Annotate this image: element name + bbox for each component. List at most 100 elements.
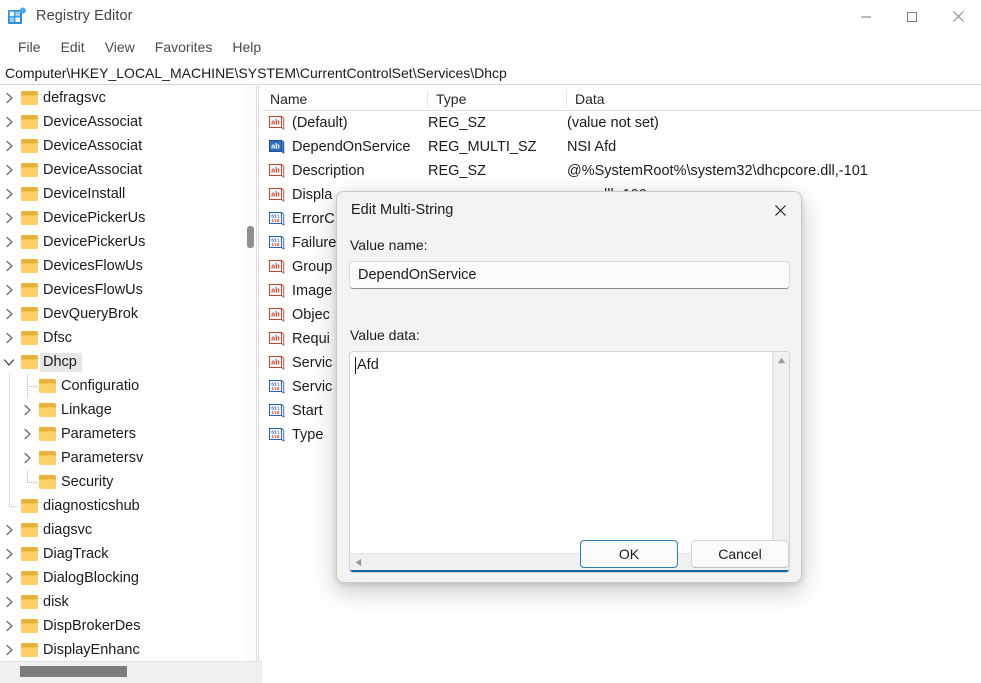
value-name-input[interactable]: DependOnService — [349, 261, 790, 289]
window-controls — [843, 0, 981, 33]
cell-data: @%SystemRoot%\system32\dhcpcore.dll,-101 — [567, 163, 868, 179]
menu-file[interactable]: File — [8, 37, 51, 57]
tree-node-devicesflowus[interactable]: DevicesFlowUs — [0, 278, 256, 302]
expand-chevron-icon[interactable] — [18, 422, 36, 446]
string-value-icon: ab — [268, 187, 286, 203]
expand-chevron-icon[interactable] — [0, 230, 18, 254]
expand-chevron-icon[interactable] — [0, 302, 18, 326]
expand-chevron-icon[interactable] — [0, 614, 18, 638]
tree-node-deviceassociat[interactable]: DeviceAssociat — [0, 158, 256, 182]
svg-text:110: 110 — [271, 386, 280, 392]
menu-view[interactable]: View — [95, 37, 145, 57]
cell-data: NSI Afd — [567, 139, 617, 155]
expand-chevron-icon[interactable] — [0, 86, 18, 110]
folder-icon-wrap — [18, 614, 40, 638]
tree-node-devicepickerus[interactable]: DevicePickerUs — [0, 230, 256, 254]
expand-chevron-icon[interactable] — [0, 590, 18, 614]
expand-chevron-icon[interactable] — [0, 182, 18, 206]
tree-node-defragsvc[interactable]: defragsvc — [0, 86, 256, 110]
tree-hscrollbar-thumb[interactable] — [20, 666, 127, 677]
tree-node-security[interactable]: Security — [0, 470, 256, 494]
tree-node-parametersv[interactable]: Parametersv — [0, 446, 256, 470]
expand-chevron-icon[interactable] — [0, 158, 18, 182]
binary-value-icon: 011110 — [268, 379, 286, 395]
window-title: Registry Editor — [36, 8, 133, 24]
tree-node-disk[interactable]: disk — [0, 590, 256, 614]
menu-help[interactable]: Help — [222, 37, 271, 57]
svg-text:ab: ab — [271, 141, 280, 150]
expand-chevron-icon[interactable] — [0, 566, 18, 590]
tree-node-devicepickerus[interactable]: DevicePickerUs — [0, 206, 256, 230]
tree-node-configuratio[interactable]: Configuratio — [0, 374, 256, 398]
collapse-chevron-icon[interactable] — [0, 350, 18, 374]
expand-chevron-icon[interactable] — [0, 254, 18, 278]
tree-node-dhcp[interactable]: Dhcp — [0, 350, 256, 374]
text-caret — [355, 357, 356, 374]
column-header-data[interactable]: Data — [567, 86, 981, 111]
folder-icon-wrap — [18, 542, 40, 566]
expand-chevron-icon[interactable] — [0, 518, 18, 542]
folder-icon — [20, 331, 38, 345]
folder-icon-wrap — [18, 350, 40, 374]
tree-vertical-scrollbar[interactable] — [245, 86, 256, 661]
textarea-vertical-scrollbar[interactable] — [772, 352, 789, 556]
expand-chevron-icon[interactable] — [0, 638, 18, 661]
tree-node-label: Security — [61, 474, 114, 490]
dialog-close-button[interactable] — [758, 192, 801, 228]
tree-node-diagnosticshub[interactable]: diagnosticshub — [0, 494, 256, 518]
tree-node-list: defragsvc DeviceAssociat DeviceAssociat Dev… — [0, 86, 256, 661]
tree-node-diagtrack[interactable]: DiagTrack — [0, 542, 256, 566]
expand-chevron-icon[interactable] — [18, 446, 36, 470]
column-header-name[interactable]: Name — [262, 86, 428, 111]
ok-button[interactable]: OK — [580, 540, 678, 568]
expand-chevron-icon[interactable] — [0, 278, 18, 302]
cell-name: ab DependOnService — [262, 135, 411, 159]
value-name-label: Value name: — [350, 237, 428, 253]
close-icon — [775, 204, 786, 216]
tree-node-deviceinstall[interactable]: DeviceInstall — [0, 182, 256, 206]
cancel-button[interactable]: Cancel — [691, 540, 789, 568]
scroll-up-button[interactable] — [773, 352, 789, 369]
tree-scrollbar-thumb[interactable] — [247, 226, 254, 248]
tree-node-label: diagsvc — [43, 522, 93, 538]
table-row[interactable]: ab (Default) REG_SZ (value not set) — [262, 111, 981, 135]
column-header-type[interactable]: Type — [428, 86, 567, 111]
expand-chevron-icon[interactable] — [0, 110, 18, 134]
expand-chevron-icon[interactable] — [18, 398, 36, 422]
folder-icon — [20, 499, 38, 513]
tree-node-linkage[interactable]: Linkage — [0, 398, 256, 422]
folder-icon-wrap — [18, 278, 40, 302]
tree-node-dialogblocking[interactable]: DialogBlocking — [0, 566, 256, 590]
close-button[interactable] — [935, 0, 981, 33]
binary-value-icon: 011110 — [268, 427, 286, 443]
table-row[interactable]: ab Description REG_SZ @%SystemRoot%\system3… — [262, 159, 981, 183]
maximize-button[interactable] — [889, 0, 935, 33]
cell-name: ab Displa — [262, 183, 332, 207]
close-icon — [952, 11, 964, 22]
expand-chevron-icon[interactable] — [0, 326, 18, 350]
value-name: Type — [292, 427, 324, 443]
tree-node-devquerybrok[interactable]: DevQueryBrok — [0, 302, 256, 326]
menu-favorites[interactable]: Favorites — [145, 37, 223, 57]
expand-chevron-icon[interactable] — [0, 134, 18, 158]
tree-node-dfsc[interactable]: Dfsc — [0, 326, 256, 350]
tree-node-dispbrokerdes[interactable]: DispBrokerDes — [0, 614, 256, 638]
string-value-icon: ab — [268, 259, 285, 274]
tree-node-devicesflowus[interactable]: DevicesFlowUs — [0, 254, 256, 278]
cell-name: 011 110 Start — [262, 399, 323, 423]
edit-multi-string-dialog: Edit Multi-String Value name: DependOnSe… — [336, 191, 802, 583]
registry-tree[interactable]: defragsvc DeviceAssociat DeviceAssociat Dev… — [0, 86, 257, 661]
expand-chevron-icon[interactable] — [0, 206, 18, 230]
menu-edit[interactable]: Edit — [51, 37, 95, 57]
tree-node-diagsvc[interactable]: diagsvc — [0, 518, 256, 542]
tree-node-deviceassociat[interactable]: DeviceAssociat — [0, 134, 256, 158]
folder-icon-wrap — [18, 566, 40, 590]
expand-chevron-icon[interactable] — [0, 542, 18, 566]
minimize-button[interactable] — [843, 0, 889, 33]
tree-node-deviceassociat[interactable]: DeviceAssociat — [0, 110, 256, 134]
binary-value-icon: 011110 — [268, 403, 286, 419]
tree-node-parameters[interactable]: Parameters — [0, 422, 256, 446]
table-row[interactable]: ab DependOnService REG_MULTI_SZ NSI Afd — [262, 135, 981, 159]
address-bar[interactable]: Computer\HKEY_LOCAL_MACHINE\SYSTEM\Curre… — [0, 61, 981, 85]
tree-node-displayenhanc[interactable]: DisplayEnhanc — [0, 638, 256, 661]
